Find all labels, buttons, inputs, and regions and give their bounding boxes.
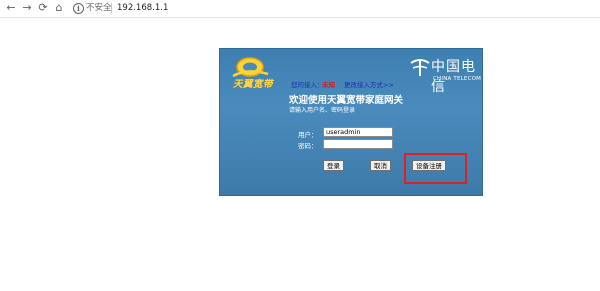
home-icon[interactable]: ⌂: [52, 1, 66, 15]
browser-toolbar: ← → ⟳ ⌂ i 不安全 192.168.1.1: [0, 0, 600, 18]
access-value: 未知: [322, 81, 335, 89]
brand-name-en: CHINA TELECOM: [433, 76, 482, 82]
cancel-button[interactable]: 取消: [370, 160, 391, 171]
username-input[interactable]: [323, 127, 393, 137]
logo-text: 天翼宽带: [233, 79, 274, 90]
login-panel: 天翼宽带 中国电信 CHINA TELECOM 您的接入： 未知 更改接入方式>…: [219, 48, 483, 196]
info-icon[interactable]: i: [73, 3, 84, 14]
username-label: 用户：: [298, 131, 318, 139]
address-bar-url[interactable]: 192.168.1.1: [117, 2, 168, 14]
access-label: 您的接入：: [291, 81, 324, 89]
password-input[interactable]: [323, 139, 393, 149]
address-divider: [111, 3, 112, 13]
welcome-title: 欢迎使用天翼宽带家庭网关: [289, 95, 404, 106]
change-access-link[interactable]: 更改接入方式>>: [344, 79, 394, 89]
password-label: 密码：: [298, 142, 318, 150]
china-telecom-logo-icon: [410, 59, 430, 76]
login-hint: 请输入用户名、密码登录: [289, 107, 356, 114]
register-highlight-box: [404, 153, 467, 184]
reload-icon[interactable]: ⟳: [36, 1, 50, 15]
back-arrow-icon[interactable]: ←: [4, 1, 18, 15]
login-button[interactable]: 登录: [323, 160, 344, 171]
forward-arrow-icon[interactable]: →: [20, 1, 34, 15]
security-status[interactable]: 不安全: [86, 2, 112, 14]
